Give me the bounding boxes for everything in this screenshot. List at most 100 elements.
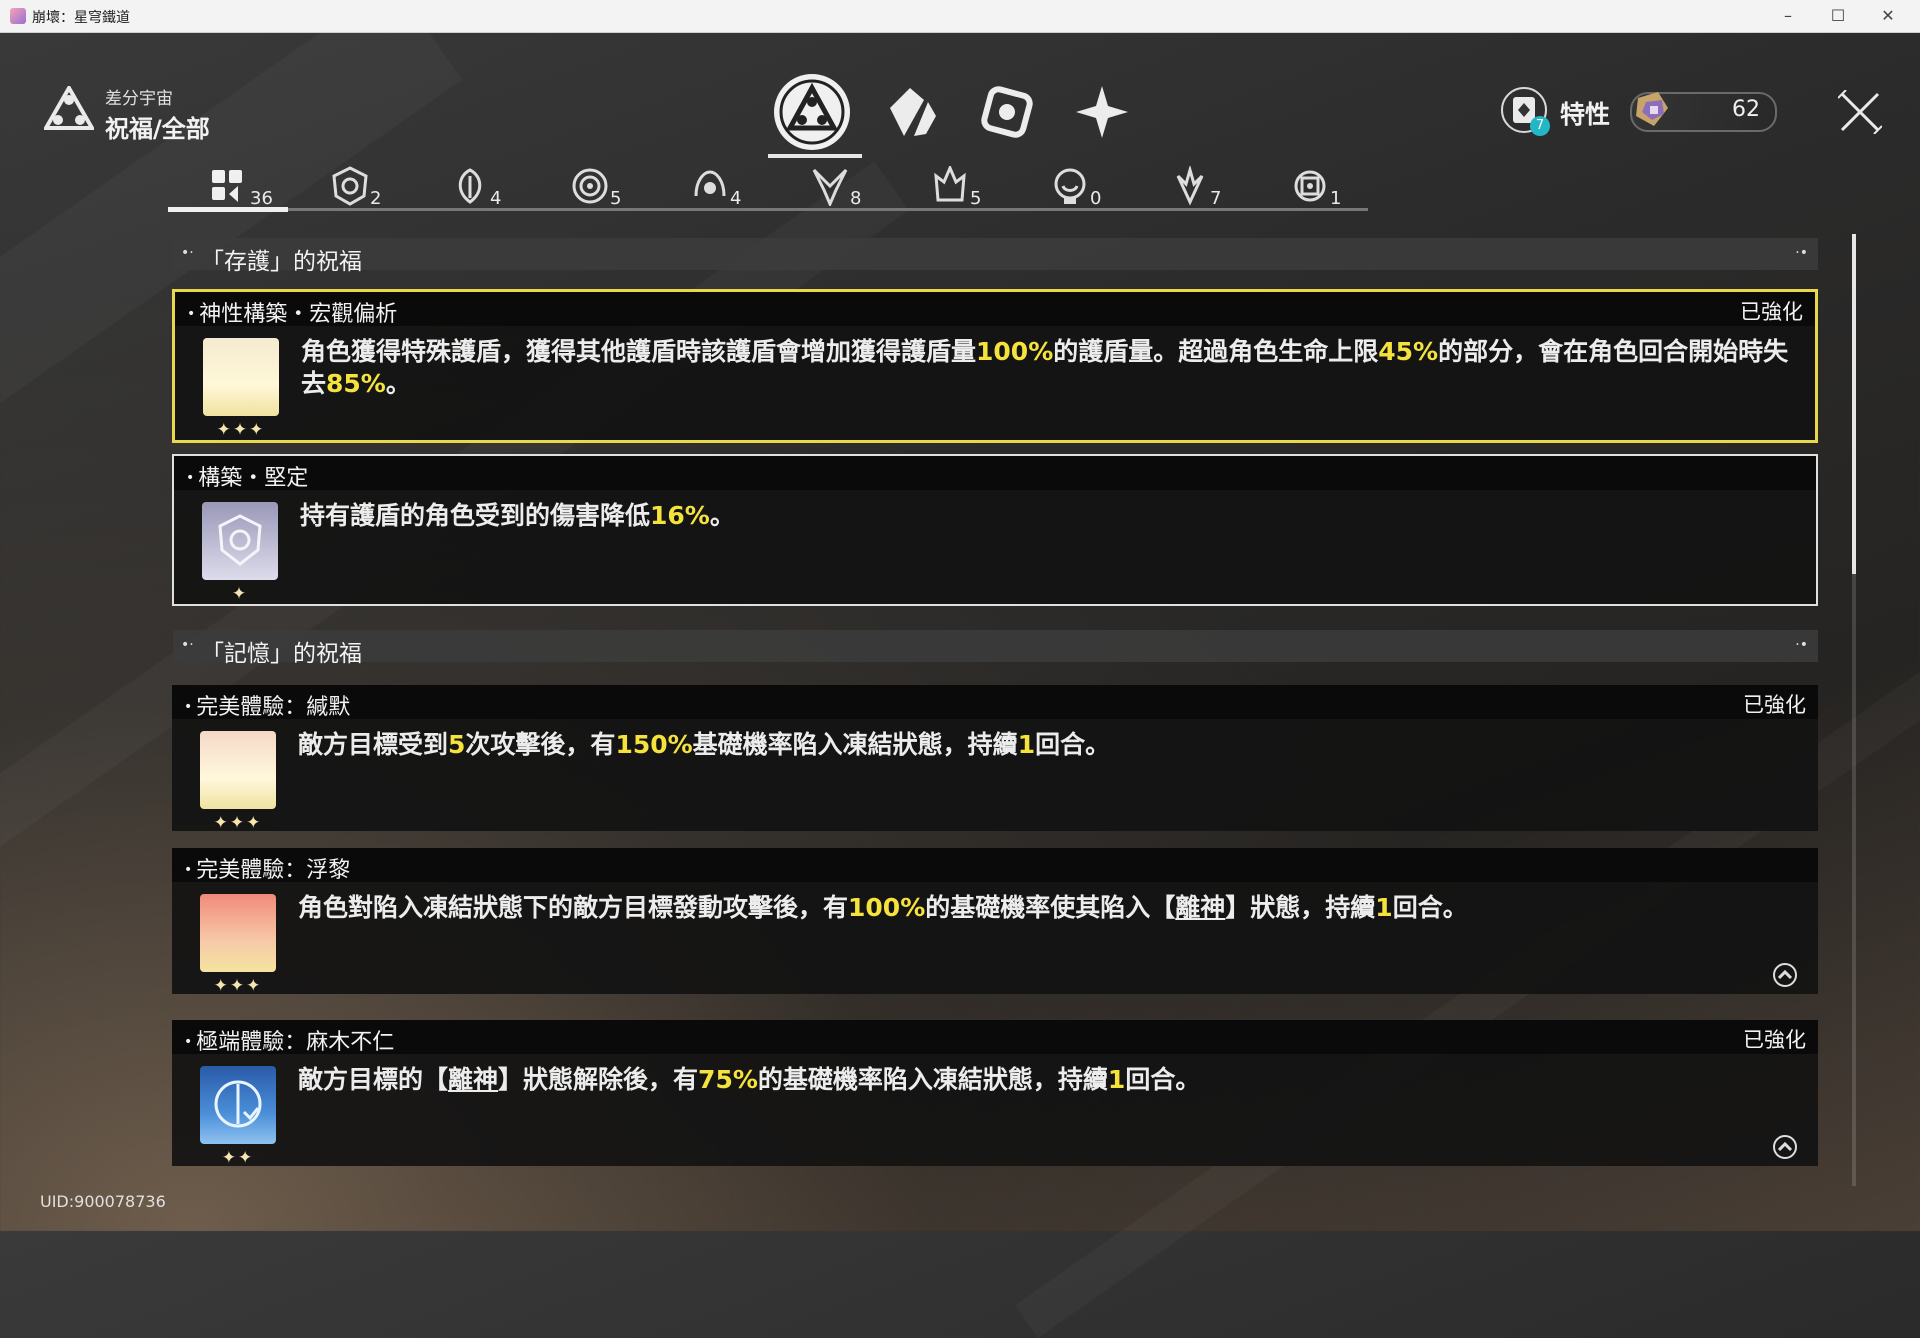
collapse-chevron-up-icon[interactable] (1772, 1134, 1798, 1160)
page-title: 祝福/全部 (105, 115, 210, 143)
filter-count: 4 (730, 188, 742, 209)
active-tab-underline (768, 154, 862, 158)
scrollbar-thumb[interactable] (1852, 234, 1856, 574)
blessing-icon-golden (200, 731, 276, 809)
collapse-chevron-up-icon[interactable] (1772, 962, 1798, 988)
the-hunt-icon (812, 168, 848, 206)
blessing-name: 完美體驗：緘默 (184, 689, 350, 721)
sparkle-icon (1076, 86, 1128, 138)
currency-value: 62 (1732, 97, 1760, 122)
filter-count: 7 (1210, 188, 1222, 209)
filter-tab-all[interactable]: 36 (210, 166, 290, 209)
blessing-card[interactable]: 極端體驗：麻木不仁 已強化 ✦✦ 敵方目標的【離神】狀態解除後，有75%的基礎機… (172, 1020, 1818, 1168)
section-header-remembrance: •· 「記憶」的祝福 ·• (173, 630, 1818, 667)
filter-count: 8 (850, 188, 862, 209)
app-icon (10, 8, 26, 24)
blessing-icon-remembrance (200, 894, 276, 972)
blessing-card[interactable]: 完美體驗：緘默 已強化 ✦✦✦ 敵方目標受到5次攻擊後，有150%基礎機率陷入凍… (172, 685, 1818, 833)
blessing-description: 角色對陷入凍結狀態下的敵方目標發動攻擊後，有100%的基礎機率使其陷入【離神】狀… (298, 893, 1468, 922)
filter-tab-propagation[interactable]: 7 (1170, 166, 1250, 209)
enhanced-status: 已強化 (1743, 693, 1806, 717)
section-title: 「記憶」的祝福 (201, 641, 362, 667)
rarity-stars: ✦✦✦ (213, 976, 263, 996)
filter-count: 36 (250, 188, 273, 209)
tab-equations[interactable] (965, 70, 1049, 154)
cosmic-fragment-icon (1636, 92, 1668, 126)
filter-count: 4 (490, 188, 502, 209)
filter-tab-the-hunt[interactable]: 8 (810, 166, 890, 209)
maximize-button[interactable]: ☐ (1818, 4, 1858, 28)
section-dots-left: •· (181, 637, 194, 653)
filter-tab-elation[interactable]: 0 (1050, 166, 1130, 209)
window-title: 崩壞：星穹鐵道 (32, 10, 130, 26)
section-dots-right: ·• (1795, 637, 1808, 653)
filter-tab-destruction[interactable]: 5 (930, 166, 1010, 209)
rarity-stars: ✦✦✦ (216, 420, 266, 440)
blessing-description: 持有護盾的角色受到的傷害降低16%。 (300, 501, 735, 530)
enhanced-status: 已強化 (1740, 300, 1803, 324)
traits-label[interactable]: 特性 (1560, 95, 1610, 131)
card-header: 極端體驗：麻木不仁 已強化 (172, 1020, 1818, 1056)
filter-count: 5 (610, 188, 622, 209)
abundance-icon (694, 170, 726, 197)
equation-icon (981, 86, 1033, 138)
blessing-name: 神性構築・宏觀偏析 (187, 296, 397, 328)
minimize-button[interactable]: – (1768, 4, 1808, 28)
filter-count: 2 (370, 188, 382, 209)
rarity-stars: ✦✦✦ (213, 813, 263, 833)
blessing-name: 構築・堅定 (186, 460, 308, 492)
destruction-icon (934, 166, 966, 202)
section-dots-left: •· (181, 245, 194, 261)
blessing-name: 完美體驗：浮黎 (184, 852, 350, 884)
filter-tab-remembrance[interactable]: 4 (450, 166, 530, 209)
section-header-preservation: •· 「存護」的祝福 ·• (173, 238, 1818, 275)
blessing-card[interactable]: 完美體驗：浮黎 ✦✦✦ 角色對陷入凍結狀態下的敵方目標發動攻擊後，有100%的基… (172, 848, 1818, 996)
blessing-icon-golden (203, 338, 279, 416)
section-dots-right: ·• (1795, 245, 1808, 261)
enhanced-status: 已強化 (1743, 1028, 1806, 1052)
erudition-icon (1294, 170, 1326, 202)
all-grid-icon (212, 170, 242, 202)
user-id: UID:900078736 (40, 1192, 166, 1211)
tab-curios[interactable] (870, 70, 954, 154)
curio-icon (890, 88, 936, 136)
card-header: 構築・堅定 (174, 456, 1816, 492)
blessing-icon (774, 74, 850, 150)
blessing-card[interactable]: 神性構築・宏觀偏析 已強化 ✦✦✦ 角色獲得特殊護盾，獲得其他護盾時該護盾會增加… (172, 289, 1818, 443)
propagation-icon (1176, 166, 1204, 206)
blessing-description: 角色獲得特殊護盾，獲得其他護盾時該護盾會增加獲得護盾量100%的護盾量。超過角色… (301, 337, 1789, 398)
card-header: 完美體驗：浮黎 (172, 848, 1818, 884)
filter-tab-preservation[interactable]: 2 (330, 166, 410, 209)
shield-emblem-icon (218, 514, 262, 566)
blessing-icon-blue (200, 1066, 276, 1144)
rarity-stars: ✦✦ (221, 1148, 255, 1168)
keyword-link[interactable]: 離神 (448, 1065, 498, 1094)
card-header: 完美體驗：緘默 已強化 (172, 685, 1818, 721)
divergent-universe-icon (44, 86, 94, 130)
tab-blessings[interactable] (768, 70, 862, 158)
remembrance-icon (458, 168, 482, 204)
elation-icon (1054, 168, 1086, 204)
close-window-button[interactable]: ✕ (1868, 4, 1908, 28)
nihility-icon (572, 168, 608, 204)
frozen-emblem-icon (214, 1080, 262, 1128)
preservation-icon (332, 166, 368, 206)
card-header: 神性構築・宏觀偏析 已強化 (175, 292, 1815, 328)
filter-tab-abundance[interactable]: 4 (690, 166, 770, 209)
filter-tab-erudition[interactable]: 1 (1290, 166, 1370, 209)
keyword-link[interactable]: 離神 (1175, 893, 1225, 922)
tab-sparkle[interactable] (1060, 70, 1144, 154)
header-subtitle: 差分宇宙 (105, 89, 173, 109)
close-icon[interactable] (1838, 90, 1882, 134)
trait-count-badge: 7 (1530, 116, 1550, 136)
blessing-name: 極端體驗：麻木不仁 (184, 1024, 394, 1056)
filter-tab-nihility[interactable]: 5 (570, 166, 650, 209)
window-title-bar: 崩壞：星穹鐵道 – ☐ ✕ (0, 0, 1920, 33)
filter-tabs-track (168, 208, 1368, 211)
blessing-icon-preservation (202, 502, 278, 580)
blessing-description: 敵方目標的【離神】狀態解除後，有75%的基礎機率陷入凍結狀態，持續1回合。 (298, 1065, 1201, 1094)
blessing-description: 敵方目標受到5次攻擊後，有150%基礎機率陷入凍結狀態，持續1回合。 (298, 730, 1111, 759)
filter-count: 1 (1330, 188, 1342, 209)
section-title: 「存護」的祝福 (201, 249, 362, 275)
blessing-card[interactable]: 構築・堅定 ✦ 持有護盾的角色受到的傷害降低16%。 (172, 454, 1818, 606)
